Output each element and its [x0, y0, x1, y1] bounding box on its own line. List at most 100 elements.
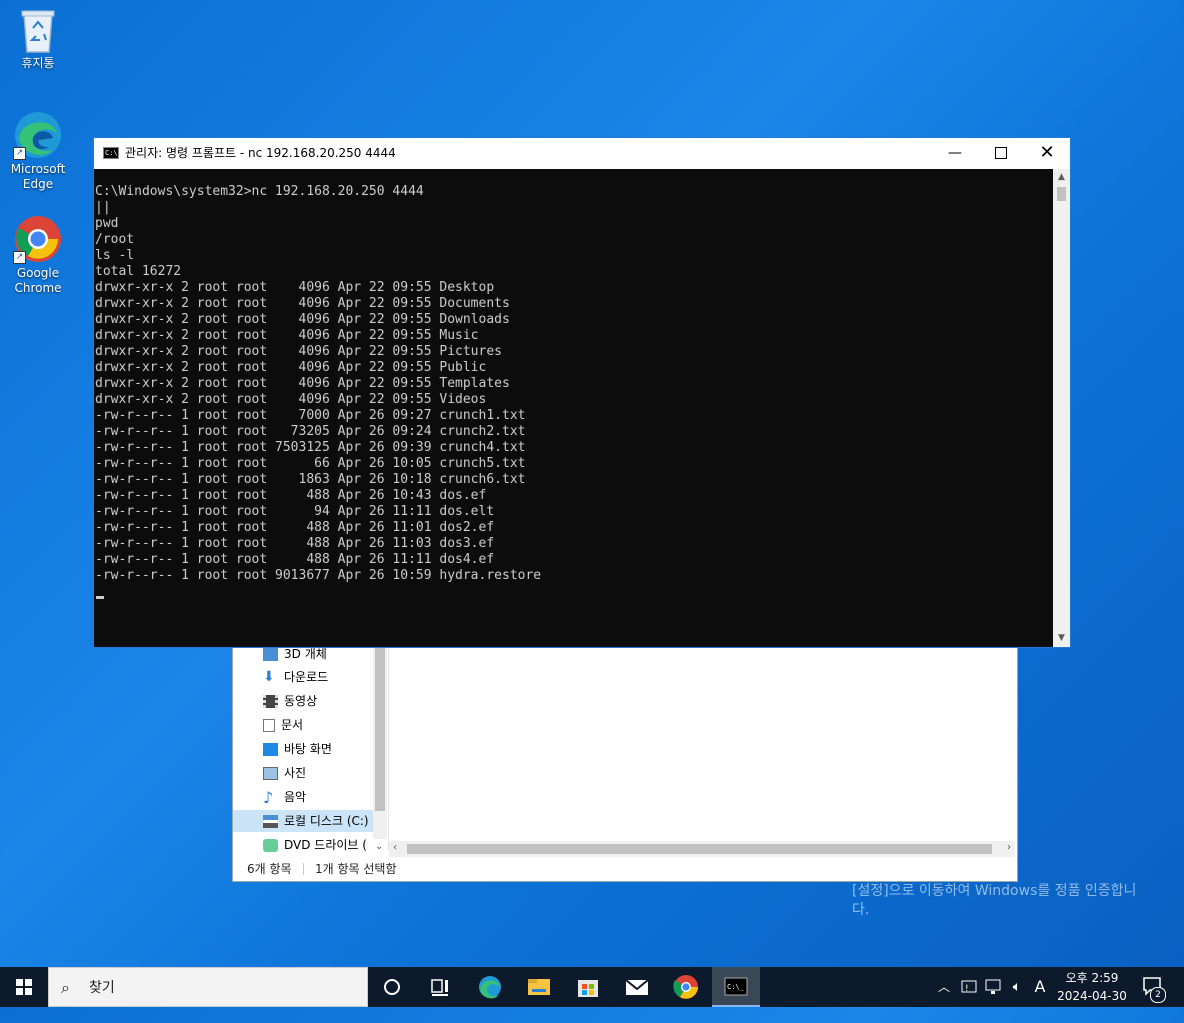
taskbar-command-prompt[interactable]: C:\_ — [712, 967, 760, 1007]
system-clock[interactable]: 오후 2:59 2024-04-30 — [1052, 969, 1132, 1005]
close-button[interactable]: ✕ — [1024, 138, 1070, 168]
music-note-icon: ♪ — [263, 788, 274, 807]
cortana-circle-icon — [384, 979, 400, 995]
minimize-button[interactable]: — — [932, 138, 978, 168]
network-tray-button[interactable] — [982, 967, 1004, 1007]
store-icon — [578, 980, 598, 997]
chrome-icon: ↗ — [13, 214, 63, 264]
taskbar-store[interactable] — [564, 967, 612, 1007]
network-icon — [985, 979, 1001, 994]
chrome-label: Google Chrome — [14, 266, 62, 295]
scroll-right-arrow-icon[interactable]: › — [1007, 842, 1011, 853]
desktop-folder-icon — [263, 743, 278, 756]
nav-item-label: 바탕 화면 — [284, 742, 332, 756]
nav-scroll-thumb[interactable] — [375, 641, 385, 811]
nav-item-local-disk[interactable]: 로컬 디스크 (C:) — [233, 810, 373, 832]
nav-item-label: 다운로드 — [284, 670, 329, 684]
windows-logo-icon — [16, 979, 32, 995]
scroll-up-arrow-icon[interactable]: ▲ — [1053, 169, 1070, 186]
close-icon: ✕ — [1039, 142, 1055, 163]
taskbar-mail[interactable] — [613, 967, 661, 1007]
status-separator — [303, 863, 304, 875]
scroll-down-arrow-icon[interactable]: ⌄ — [375, 841, 383, 852]
nav-item-dvd-drive[interactable]: DVD 드라이브 ( — [263, 834, 367, 856]
svg-text:!: ! — [965, 984, 969, 994]
nav-item-documents[interactable]: 문서 — [263, 714, 303, 736]
download-arrow-icon: ⬇ — [263, 669, 275, 685]
title-bar[interactable]: C:\_ 관리자: 명령 프롬프트 - nc 192.168.20.250 44… — [94, 138, 1070, 169]
taskbar-file-explorer[interactable] — [515, 967, 563, 1007]
edge-label: Microsoft Edge — [10, 162, 66, 191]
speaker-icon: 🔈︎ — [1012, 979, 1022, 995]
dvd-drive-icon — [263, 839, 278, 852]
maximize-icon — [995, 147, 1007, 159]
nav-item-label: 동영상 — [284, 694, 318, 708]
chevron-up-icon: ︿ — [937, 980, 950, 994]
nav-item-pictures[interactable]: 사진 — [263, 762, 306, 784]
minimize-icon: — — [948, 145, 962, 161]
shortcut-arrow-icon: ↗ — [13, 147, 26, 160]
mail-icon — [625, 979, 649, 995]
nav-item-downloads[interactable]: ⬇ 다운로드 — [263, 666, 328, 688]
content-horizontal-scrollbar[interactable]: ‹ › — [389, 841, 1015, 857]
cmd-icon: C:\_ — [724, 977, 748, 996]
nav-pane-scrollbar[interactable]: ⌄ — [373, 641, 387, 852]
nav-item-label: 음악 — [284, 790, 307, 804]
3d-objects-icon — [263, 648, 278, 661]
document-icon — [263, 719, 275, 732]
cortana-button[interactable] — [368, 967, 416, 1007]
scroll-down-arrow-icon[interactable]: ▼ — [1053, 630, 1070, 647]
show-hidden-icons-button[interactable]: ︿ — [934, 967, 954, 1007]
action-center-button[interactable]: 2 — [1136, 967, 1184, 1007]
start-button[interactable] — [0, 967, 48, 1007]
item-count: 6개 항목 — [247, 862, 292, 876]
terminal-scrollbar[interactable]: ▲ ▼ — [1053, 169, 1070, 647]
search-icon: ⌕ — [61, 978, 70, 997]
nav-item-videos[interactable]: 동영상 — [263, 690, 317, 712]
file-explorer-icon — [528, 979, 550, 995]
maximize-button[interactable] — [978, 138, 1024, 168]
cmd-app-icon[interactable]: C:\_ — [103, 147, 122, 159]
terminal-output: C:\Windows\system32>nc 192.168.20.250 44… — [95, 184, 542, 583]
command-prompt-window[interactable]: C:\_ 관리자: 명령 프롬프트 - nc 192.168.20.250 44… — [93, 137, 1071, 648]
h-scroll-thumb[interactable] — [407, 844, 992, 854]
film-icon — [263, 695, 278, 708]
input-method-indicator[interactable]: A — [1030, 967, 1050, 1007]
search-placeholder: 찾기 — [89, 980, 115, 996]
activation-message: [설정]으로 이동하여 Windows를 정품 인증합니다. — [852, 883, 1137, 918]
clock-time: 오후 2:59 — [1065, 971, 1119, 985]
svg-text:C:\_: C:\_ — [727, 983, 745, 991]
scroll-left-arrow-icon[interactable]: ‹ — [393, 842, 397, 853]
nav-item-label: 3D 개체 — [284, 647, 327, 661]
pane-divider[interactable] — [388, 641, 389, 851]
navigation-pane: 3D 개체 ⬇ 다운로드 동영상 문서 바탕 화면 사진 ♪ 음악 로컬 디스크 (… — [233, 641, 373, 852]
recycle-bin-label: 휴지통 — [21, 56, 55, 70]
activation-watermark: Windows 정품 인증 [설정]으로 이동하여 Windows를 정품 인증… — [852, 858, 1152, 920]
recycle-bin-icon — [18, 8, 58, 54]
terminal-area[interactable]: C:\Windows\system32>nc 192.168.20.250 44… — [94, 169, 1070, 647]
chrome-icon — [673, 975, 698, 999]
activation-title: Windows 정품 인증 — [852, 859, 1011, 880]
nav-item-label: 문서 — [281, 718, 304, 732]
task-view-button[interactable] — [416, 967, 464, 1007]
file-explorer-window: 3D 개체 ⬇ 다운로드 동영상 문서 바탕 화면 사진 ♪ 음악 로컬 디스크 (… — [232, 640, 1018, 882]
edge-icon — [479, 976, 501, 999]
edge-icon: ↗ — [13, 110, 63, 160]
edge-desktop-icon[interactable]: ↗ Microsoft Edge — [6, 110, 70, 192]
nav-item-music[interactable]: ♪ 음악 — [263, 786, 306, 808]
nav-item-label: 사진 — [284, 766, 307, 780]
drive-icon — [263, 815, 278, 828]
nav-item-label: DVD 드라이브 ( — [284, 838, 367, 852]
taskbar-edge[interactable] — [466, 967, 514, 1007]
terminal-scroll-thumb[interactable] — [1057, 187, 1066, 201]
volume-tray-button[interactable]: 🔈︎ — [1006, 967, 1028, 1007]
chrome-desktop-icon[interactable]: ↗ Google Chrome — [6, 214, 70, 296]
taskbar-chrome[interactable] — [662, 967, 710, 1007]
taskbar-search-box[interactable]: ⌕ 찾기 — [48, 967, 368, 1007]
recycle-bin-desktop-icon[interactable]: 휴지통 — [6, 8, 70, 71]
selection-count: 1개 항목 선택함 — [315, 862, 397, 876]
security-tray-button[interactable]: ! — [958, 967, 980, 1007]
task-view-icon — [431, 979, 448, 996]
nav-item-desktop[interactable]: 바탕 화면 — [263, 738, 332, 760]
clock-date: 2024-04-30 — [1057, 989, 1127, 1003]
